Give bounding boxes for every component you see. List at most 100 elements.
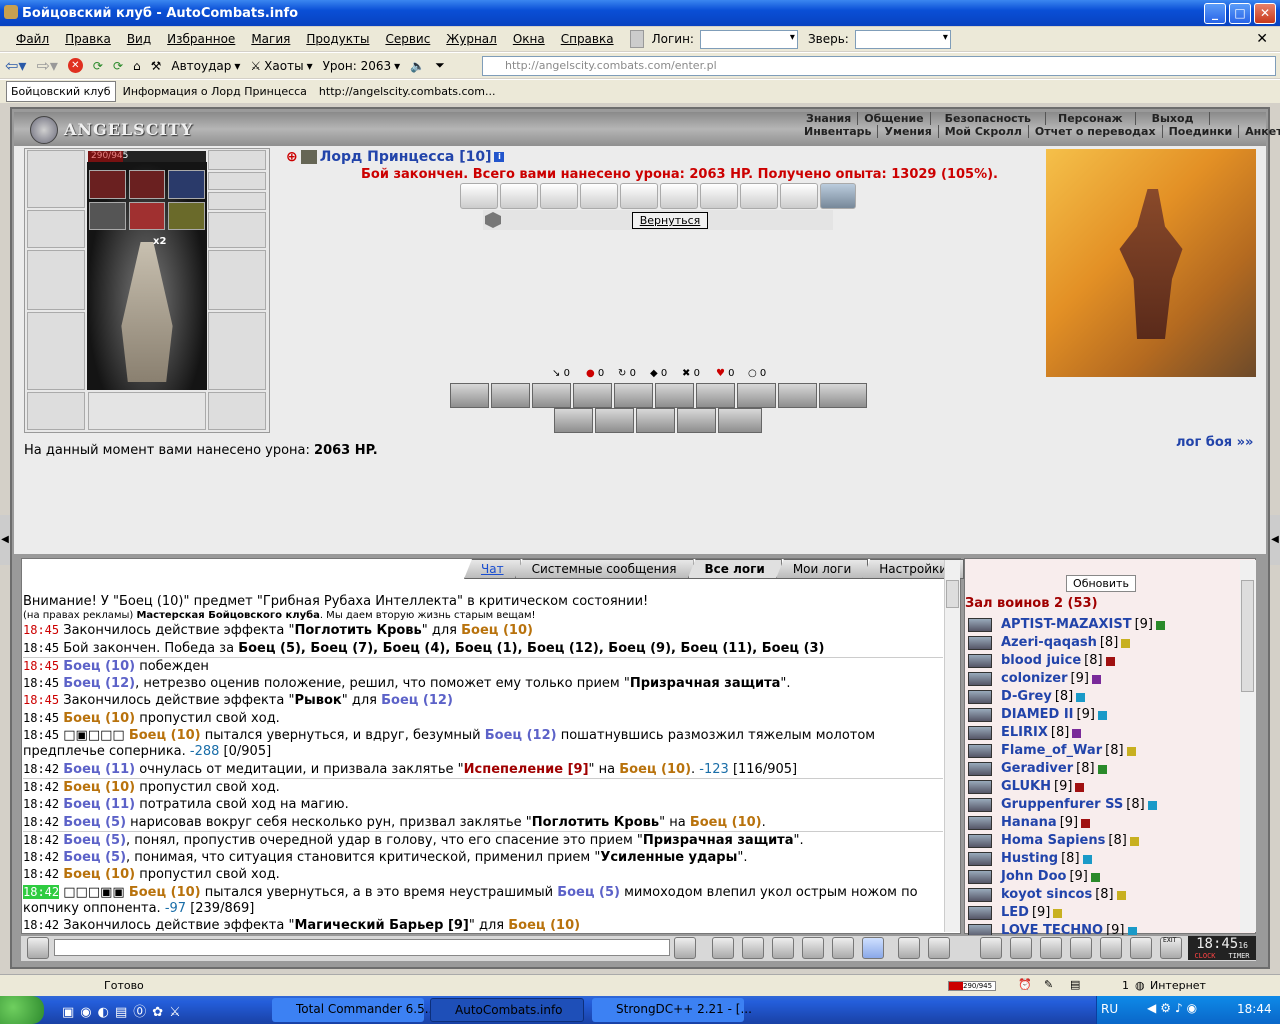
fighter-name[interactable]: Боец (10) [63,780,135,795]
info-icon[interactable] [1156,620,1166,630]
earrings-slot[interactable] [208,150,266,170]
effect-icon[interactable] [128,201,166,230]
private-chat-icon[interactable] [968,834,992,848]
private-chat-icon[interactable] [968,744,992,758]
player-name[interactable]: ⊕ Лорд Принцесса [10] i [286,149,505,165]
tab-all-logs[interactable]: Все логи [687,559,782,579]
fighter-name[interactable]: Боец (10) [619,762,691,777]
private-chat-icon[interactable] [968,798,992,812]
player-list-item[interactable]: ELIRIX [8] [968,724,1165,742]
printer-icon[interactable]: ▤ [1070,978,1080,991]
player-list-item[interactable]: LED [9] [968,904,1165,922]
nav-duels[interactable]: Поединки [1163,125,1240,138]
forward-icon[interactable]: ⇨▾ [31,56,62,75]
player-list-item[interactable]: Geradiver [8] [968,760,1165,778]
nav-exit[interactable]: Выход [1136,112,1211,125]
refresh-button[interactable]: Обновить [1066,575,1136,592]
private-chat-icon[interactable] [968,852,992,866]
horse-icon[interactable] [1070,937,1092,959]
info-icon[interactable] [1105,656,1115,666]
skill-button[interactable] [696,383,735,408]
lock-icon[interactable] [1100,937,1122,959]
nav-skills[interactable]: Умения [878,125,939,138]
start-button[interactable] [0,996,44,1024]
refresh-icon[interactable]: ⟳ [88,59,108,73]
player-list-item[interactable]: blood juice [8] [968,652,1165,670]
player-name[interactable]: LED [1001,904,1029,922]
private-chat-icon[interactable] [968,888,992,902]
player-list-item[interactable]: John Doo [9] [968,868,1165,886]
minimize-button[interactable]: _ [1204,3,1226,24]
player-name[interactable]: blood juice [1001,652,1081,670]
fighter-name[interactable]: Боец (10) [508,918,580,932]
filter-icon[interactable]: ⏷ [430,58,450,73]
nav-my-scroll[interactable]: Мой Скролл [939,125,1029,138]
player-list-item[interactable]: Homa Sapiens [8] [968,832,1165,850]
tools-icon[interactable]: ⚒ [146,59,167,73]
refresh-all-icon[interactable]: ⟳ [108,59,128,73]
fighter-name[interactable]: Боец (12) [381,693,453,708]
armor-slot[interactable] [27,312,85,390]
menu-products[interactable]: Продукты [298,32,377,46]
building-icon[interactable] [629,30,644,48]
private-chat-icon[interactable] [968,816,992,830]
fighter-name[interactable]: Боец (5) [63,833,126,848]
info-icon[interactable] [1081,818,1091,828]
fight-icon[interactable] [802,937,824,959]
tab-player-info[interactable]: Информация о Лорд Принцесса [118,81,312,102]
scroll-slot-filled[interactable] [820,183,856,209]
player-name[interactable]: DIAMED II [1001,706,1074,724]
beast-combo[interactable] [854,29,951,49]
fighter-name[interactable]: Боец (12) [485,728,557,743]
skill-button[interactable] [450,383,489,408]
rings-slot[interactable] [208,192,266,210]
battle-log-link[interactable]: лог боя »» [1176,435,1253,450]
autohit-button[interactable]: Автоудар ▾ [166,59,245,73]
gloves-slot[interactable] [208,212,266,248]
private-chat-icon[interactable] [968,762,992,776]
scroll-slot[interactable] [580,183,618,209]
tray-icons[interactable]: ◀⚙♪◉ [1147,1001,1201,1015]
task-autocombats[interactable]: AutoCombats.info [430,998,584,1022]
address-bar[interactable]: http://angelscity.combats.com/enter.pl [482,56,1276,76]
tab-url[interactable]: http://angelscity.combats.com... [314,81,501,102]
effect-icon[interactable] [89,201,126,230]
menu-edit[interactable]: Правка [57,32,119,46]
player-name[interactable]: Homa Sapiens [1001,832,1105,850]
player-name[interactable]: Flame_of_War [1001,742,1102,760]
skill-button[interactable] [532,383,571,408]
menu-journal[interactable]: Журнал [438,32,505,46]
bottle-icon[interactable] [980,937,1002,959]
room-scrollbar[interactable] [1240,560,1256,932]
player-name[interactable]: Husting [1001,850,1058,868]
exit-icon[interactable]: EXIT [1160,937,1182,959]
player-list-item[interactable]: GLUKH [9] [968,778,1165,796]
eraser-icon[interactable] [712,937,734,959]
language-indicator[interactable]: RU [1101,1002,1118,1016]
close-menu-icon[interactable]: ✕ [1256,31,1268,47]
private-chat-icon[interactable] [968,780,992,794]
info-icon[interactable] [1097,764,1107,774]
tab-chat[interactable]: Чат [464,559,521,579]
home-icon[interactable]: ⌂ [128,59,146,73]
note-icon[interactable]: ✎ [1044,978,1053,991]
enter-icon[interactable] [674,937,696,959]
player-list-item[interactable]: Hanana [9] [968,814,1165,832]
skill-button[interactable] [718,408,762,433]
menu-favorites[interactable]: Избранное [159,32,243,46]
info-icon[interactable] [1116,890,1126,900]
nav-inventory[interactable]: Инвентарь [798,125,879,138]
nav-communication[interactable]: Общение [858,112,931,125]
player-name[interactable]: ELIRIX [1001,724,1048,742]
info-icon[interactable] [1082,854,1092,864]
player-name[interactable]: colonizer [1001,670,1068,688]
skill-button[interactable] [614,383,653,408]
quick-launch-icons[interactable]: ▣◉◐▤⓪✿⚔ [62,1001,187,1020]
translit-icon[interactable] [832,937,854,959]
player-list-item[interactable]: Azeri-qaqash [8] [968,634,1165,652]
nav-security[interactable]: Безопасность [931,112,1046,125]
skill-button[interactable] [491,383,530,408]
left-panel-arrow[interactable]: ◀ [0,515,10,565]
info-icon[interactable] [1076,692,1086,702]
player-list-item[interactable]: koyot sincos [8] [968,886,1165,904]
